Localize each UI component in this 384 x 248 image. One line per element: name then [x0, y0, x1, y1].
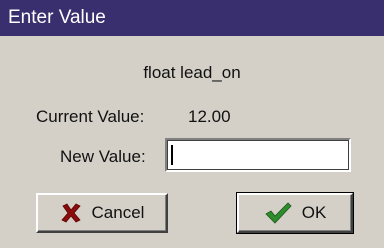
cancel-label: Cancel — [91, 203, 145, 222]
cancel-button[interactable]: Cancel — [36, 193, 168, 233]
text-caret — [171, 145, 173, 165]
new-value-label: New Value: — [60, 147, 146, 166]
new-value-input[interactable] — [165, 138, 351, 172]
window-title: Enter Value — [8, 7, 106, 28]
checkmark-icon — [264, 201, 292, 225]
title-bar[interactable]: Enter Value — [0, 0, 384, 36]
current-value: 12.00 — [188, 107, 231, 126]
enter-value-dialog: Enter Value float lead_on Current Value:… — [0, 0, 384, 248]
ok-button[interactable]: OK — [236, 192, 354, 234]
ok-label: OK — [301, 203, 327, 222]
dialog-body: float lead_on Current Value: 12.00 New V… — [0, 36, 384, 248]
current-value-label: Current Value: — [36, 107, 145, 126]
variable-name: float lead_on — [143, 63, 241, 82]
x-icon — [60, 202, 82, 224]
